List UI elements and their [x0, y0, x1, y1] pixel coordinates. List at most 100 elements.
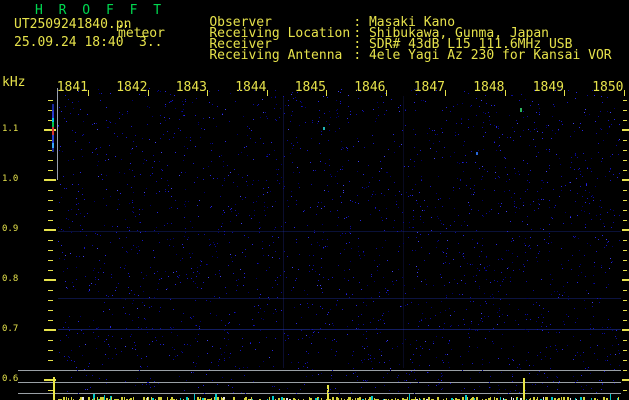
noise-dot: [528, 331, 529, 332]
noise-dot: [383, 320, 384, 321]
noise-dot: [614, 383, 615, 384]
noise-dot: [167, 180, 168, 181]
noise-dot: [80, 172, 81, 173]
noise-dot: [472, 363, 473, 364]
noise-dot: [377, 266, 378, 267]
noise-dot: [374, 260, 375, 261]
noise-dot: [224, 231, 225, 232]
noise-dot: [597, 178, 598, 179]
noise-dot: [238, 174, 239, 175]
noise-dot: [604, 348, 605, 349]
noise-dot: [611, 227, 612, 228]
noise-dot: [226, 345, 227, 346]
noise-dot: [301, 330, 302, 331]
noise-dot: [553, 104, 554, 105]
noise-dot: [246, 181, 247, 182]
noise-dot: [238, 279, 239, 280]
noise-dot: [619, 139, 620, 140]
noise-dot: [451, 349, 452, 350]
noise-dot: [58, 241, 59, 242]
noise-dot: [347, 118, 348, 119]
vertical-streak: [403, 96, 404, 368]
noise-dot: [87, 213, 88, 214]
noise-dot: [370, 322, 371, 323]
noise-dot: [548, 311, 549, 312]
noise-dot: [266, 270, 267, 271]
noise-dot: [230, 93, 231, 94]
info-value: 4ele Yagi Az 230 for Kansai VOR: [368, 48, 612, 63]
noise-dot: [557, 389, 558, 390]
noise-dot: [362, 110, 363, 111]
noise-dot: [184, 217, 185, 218]
noise-dot: [528, 246, 529, 247]
noise-dot: [254, 325, 255, 326]
noise-dot: [362, 362, 363, 363]
noise-dot: [523, 271, 524, 272]
noise-dot: [502, 281, 503, 282]
noise-dot: [98, 336, 99, 337]
noise-dot: [408, 237, 409, 238]
noise-dot: [313, 255, 314, 256]
noise-dot: [398, 269, 399, 270]
noise-dot: [344, 270, 345, 271]
noise-dot: [476, 98, 477, 99]
noise-dot: [351, 392, 352, 393]
noise-dot: [418, 241, 419, 242]
noise-dot: [518, 171, 519, 172]
noise-dot: [98, 327, 99, 328]
noise-dot: [537, 245, 538, 246]
noise-dot: [197, 341, 198, 342]
noise-dot: [253, 104, 254, 105]
noise-dot: [567, 102, 568, 103]
noise-dot: [84, 199, 85, 200]
noise-dot: [403, 243, 404, 244]
noise-dot: [547, 386, 548, 387]
noise-dot: [348, 106, 349, 107]
noise-dot: [364, 255, 365, 256]
noise-dot: [542, 322, 543, 323]
noise-dot: [191, 268, 192, 269]
noise-dot: [66, 287, 67, 288]
noise-dot: [333, 325, 334, 326]
noise-dot: [384, 114, 385, 115]
noise-dot: [582, 176, 583, 177]
noise-dot: [585, 109, 586, 110]
noise-dot: [533, 365, 534, 366]
noise-dot: [59, 258, 60, 259]
noise-dot: [604, 247, 605, 248]
noise-dot: [490, 387, 491, 388]
noise-dot: [152, 341, 153, 342]
noise-dot: [144, 195, 145, 196]
noise-dot: [561, 176, 562, 177]
noise-dot: [523, 202, 524, 203]
noise-dot: [299, 125, 300, 126]
noise-dot: [99, 260, 100, 261]
noise-dot: [332, 340, 333, 341]
noise-dot: [556, 154, 557, 155]
noise-dot: [258, 104, 259, 105]
noise-dot: [75, 141, 76, 142]
noise-dot: [414, 369, 415, 370]
noise-dot: [371, 276, 372, 277]
noise-dot: [415, 134, 416, 135]
noise-dot: [290, 153, 291, 154]
noise-dot: [575, 355, 576, 356]
noise-dot: [228, 206, 229, 207]
noise-dot: [406, 192, 407, 193]
noise-dot: [192, 102, 193, 103]
noise-dot: [81, 330, 82, 331]
noise-dot: [502, 334, 503, 335]
noise-dot: [462, 370, 463, 371]
noise-dot: [546, 149, 547, 150]
noise-dot: [482, 238, 483, 239]
noise-dot: [138, 246, 139, 247]
noise-dot: [574, 169, 575, 170]
noise-dot: [438, 379, 439, 380]
noise-dot: [606, 287, 607, 288]
noise-dot: [149, 384, 150, 385]
noise-dot: [612, 261, 613, 262]
noise-dot: [455, 132, 456, 133]
noise-dot: [616, 338, 617, 339]
noise-dot: [310, 162, 311, 163]
noise-dot: [394, 220, 395, 221]
